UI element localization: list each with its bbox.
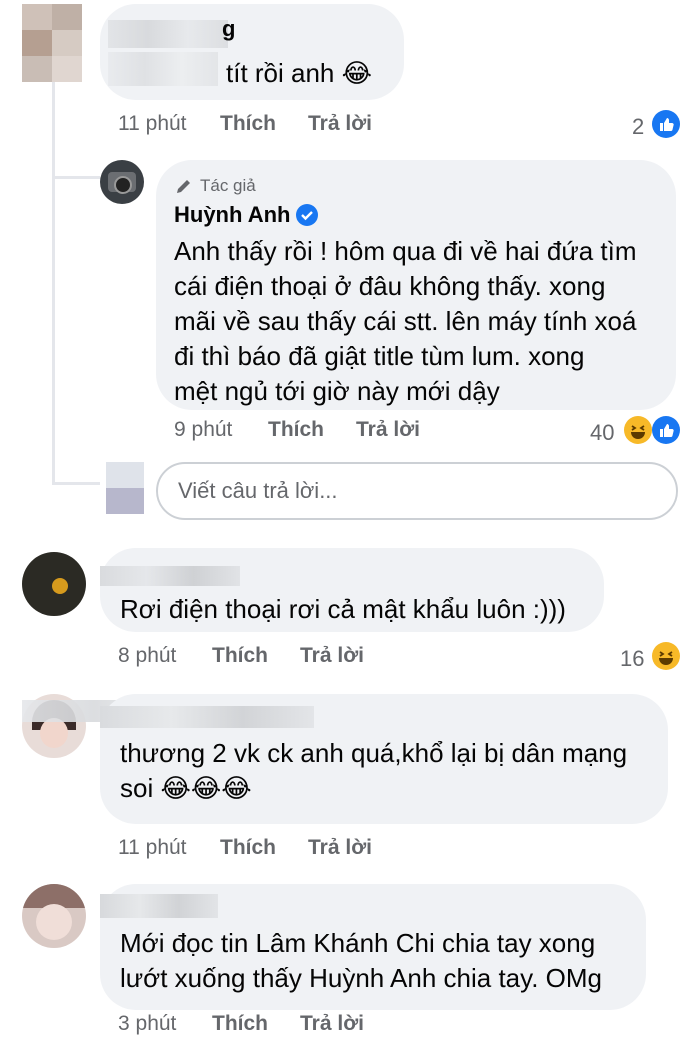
like-icon <box>652 416 680 444</box>
reaction-count[interactable]: 40 <box>590 420 614 446</box>
like-button[interactable]: Thích <box>220 836 276 860</box>
comment-actions: 11 phút Thích Trả lời <box>118 836 618 864</box>
comment-time[interactable]: 11 phút <box>118 112 187 136</box>
text-redacted <box>108 52 218 86</box>
thread-connector <box>52 482 100 485</box>
thread-connector <box>52 176 100 179</box>
avatar[interactable] <box>22 4 82 82</box>
comment-time[interactable]: 11 phút <box>118 836 187 860</box>
avatar <box>106 462 144 514</box>
comment-actions: 8 phút Thích Trả lời <box>118 644 618 672</box>
haha-icon <box>652 642 680 670</box>
reply-button[interactable]: Trả lời <box>308 836 372 860</box>
thread-connector <box>52 82 55 484</box>
reaction-count[interactable]: 16 <box>620 646 644 672</box>
avatar[interactable] <box>22 552 86 616</box>
author-name[interactable]: Huỳnh Anh <box>174 202 291 228</box>
comment-time[interactable]: 3 phút <box>118 1012 176 1036</box>
avatar[interactable] <box>100 160 144 204</box>
verified-badge-icon <box>296 204 318 226</box>
reply-button[interactable]: Trả lời <box>300 1012 364 1036</box>
author-name-fragment: g <box>222 16 236 41</box>
reply-button[interactable]: Trả lời <box>300 644 364 668</box>
avatar[interactable] <box>22 884 86 948</box>
comment-time[interactable]: 8 phút <box>118 644 176 668</box>
reply-input[interactable]: Viết câu trả lời... <box>156 462 678 520</box>
haha-icon <box>624 416 652 444</box>
reaction-count[interactable]: 2 <box>632 114 644 140</box>
comment-text: Rơi điện thoại rơi cả mật khẩu luôn :))) <box>120 594 566 624</box>
author-name-redacted <box>100 566 240 586</box>
comment-text: thương 2 vk ck anh quá,khổ lại bị dân mạ… <box>120 738 628 803</box>
comment-text: Anh thấy rồi ! hôm qua đi về hai đứa tìm… <box>174 236 637 406</box>
author-name-redacted <box>108 20 228 48</box>
author-name-redacted <box>100 706 314 728</box>
author-name-redacted <box>100 894 218 918</box>
comment-text: Mới đọc tin Lâm Khánh Chi chia tay xong … <box>120 928 603 993</box>
comment-text: tít rồi anh 😂 <box>226 58 372 88</box>
comment-actions: 3 phút Thích Trả lời <box>118 1012 618 1040</box>
comment-actions: 11 phút Thích Trả lời <box>118 112 678 140</box>
like-button[interactable]: Thích <box>212 644 268 668</box>
comment-time[interactable]: 9 phút <box>174 418 232 442</box>
like-button[interactable]: Thích <box>212 1012 268 1036</box>
like-icon <box>652 110 680 138</box>
reply-button[interactable]: Trả lời <box>356 418 420 442</box>
reply-button[interactable]: Trả lời <box>308 112 372 136</box>
pencil-icon <box>177 180 190 193</box>
author-badge: Tác giả <box>174 176 256 196</box>
like-button[interactable]: Thích <box>268 418 324 442</box>
like-button[interactable]: Thích <box>220 112 276 136</box>
